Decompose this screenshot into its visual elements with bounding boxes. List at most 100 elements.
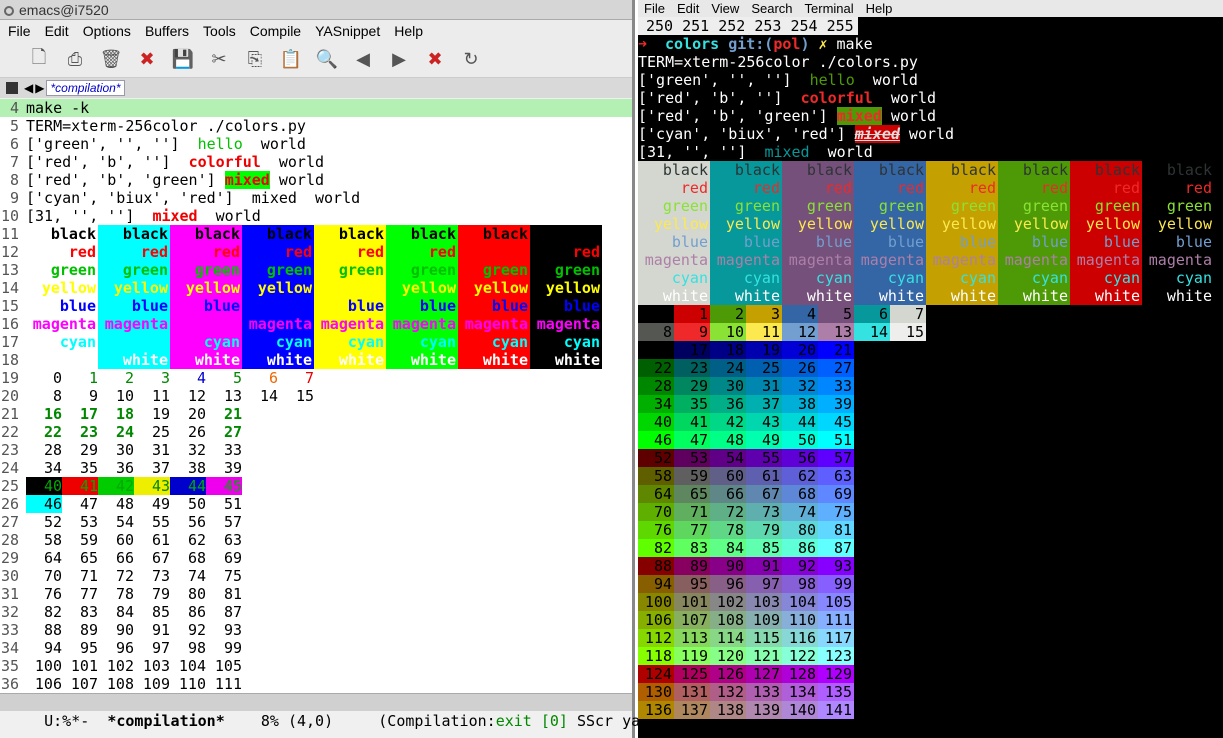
- color-cell: black: [386, 225, 458, 243]
- palette-cell: 84: [710, 539, 746, 557]
- modeline-position: 8% (4,0): [224, 712, 379, 730]
- terminal-output[interactable]: 250 251 252 253 254 255 ➜ colors git:(pol) ✗…: [638, 17, 1223, 738]
- back-arrow-icon[interactable]: ◀: [352, 49, 374, 71]
- palette-cell: 65: [674, 485, 710, 503]
- palette-index: 55: [151, 513, 170, 531]
- palette-cell: 112: [638, 629, 674, 647]
- palette-cell: 29: [674, 377, 710, 395]
- menu-yasnippet[interactable]: YASnippet: [315, 23, 380, 39]
- palette-index: 45: [206, 477, 242, 495]
- cancel-icon[interactable]: ✖: [424, 49, 446, 71]
- prompt-close: ): [800, 35, 810, 53]
- color-cell: blue: [1142, 233, 1214, 251]
- cut-icon[interactable]: ✂: [208, 49, 230, 71]
- new-file-icon[interactable]: 🗋: [28, 47, 50, 71]
- line-number: 19: [0, 369, 19, 387]
- search-icon[interactable]: 🔍: [316, 49, 338, 71]
- palette-index: 86: [187, 603, 206, 621]
- term-menu-help[interactable]: Help: [866, 1, 893, 16]
- palette-cell: 10: [710, 323, 746, 341]
- close-icon[interactable]: ✖: [136, 49, 158, 71]
- emacs-app-icon: [4, 6, 14, 16]
- palette-cell: 85: [746, 539, 782, 557]
- sample-word: mixed: [854, 125, 900, 143]
- color-cell: red: [1070, 179, 1142, 197]
- save-icon[interactable]: 💾: [172, 49, 194, 71]
- copy-icon[interactable]: ⎘: [244, 49, 266, 71]
- terminal-line: white white white white white white white white: [638, 287, 1223, 305]
- color-cell: cyan: [26, 333, 98, 351]
- color-cell: white: [1142, 287, 1214, 305]
- line-number: 33: [0, 621, 19, 639]
- forward-arrow-icon[interactable]: ▶: [388, 49, 410, 71]
- color-cell: yellow: [1142, 215, 1214, 233]
- color-cell: white: [782, 287, 854, 305]
- buffer-line: 9 ['cyan', 'biux', 'red'] mixed world: [0, 189, 632, 207]
- palette-cell: 37: [746, 395, 782, 413]
- color-cell: yellow: [710, 215, 782, 233]
- terminal-line: red red red red red red red red: [638, 179, 1223, 197]
- menu-help[interactable]: Help: [394, 23, 423, 39]
- terminal-line: 136 137 138 139 140 141: [638, 701, 1223, 719]
- palette-cell: 35: [674, 395, 710, 413]
- menu-tools[interactable]: Tools: [203, 23, 236, 39]
- reload-icon[interactable]: ↻: [460, 49, 482, 71]
- palette-cell: 140: [782, 701, 818, 719]
- tab-menu-icon[interactable]: [6, 82, 18, 94]
- buffer-line: 6 ['green', '', ''] hello world: [0, 135, 632, 153]
- term-menu-terminal[interactable]: Terminal: [805, 1, 854, 16]
- palette-cell: 70: [638, 503, 674, 521]
- menu-compile[interactable]: Compile: [250, 23, 301, 39]
- print-icon[interactable]: ⎙: [64, 49, 86, 71]
- emacs-tab-bar: ◀ ▶ *compilation*: [0, 78, 632, 98]
- color-cell: black: [1070, 161, 1142, 179]
- color-cell: cyan: [1070, 269, 1142, 287]
- color-cell: blue: [314, 297, 386, 315]
- term-menu-file[interactable]: File: [644, 1, 665, 16]
- term-menu-search[interactable]: Search: [751, 1, 792, 16]
- tab-next-icon[interactable]: ▶: [35, 81, 44, 95]
- palette-index: 58: [43, 531, 62, 549]
- color-cell: cyan: [98, 333, 170, 351]
- palette-cell: 22: [638, 359, 674, 377]
- paste-icon[interactable]: 📋: [280, 49, 302, 71]
- palette-index: 21: [223, 405, 242, 423]
- color-cell: green: [782, 197, 854, 215]
- term-menu-edit[interactable]: Edit: [677, 1, 699, 16]
- trash-icon[interactable]: 🗑: [100, 49, 123, 71]
- palette-index: 87: [223, 603, 242, 621]
- term-menu-view[interactable]: View: [711, 1, 739, 16]
- buffer-line: 30 70 71 72 73 74 75: [0, 567, 632, 585]
- compilation-buffer[interactable]: 4 make -k 5 TERM=xterm-256color ./colors.py…: [0, 99, 632, 693]
- palette-cell: 34: [638, 395, 674, 413]
- terminal-line: TERM=xterm-256color ./colors.py: [638, 53, 1223, 71]
- color-cell: red: [530, 243, 602, 261]
- palette-index: 9: [88, 387, 98, 405]
- palette-index: 7: [304, 369, 314, 387]
- palette-index: 73: [151, 567, 170, 585]
- palette-cell: 130: [638, 683, 674, 701]
- palette-index: 24: [115, 423, 134, 441]
- sample-world: world: [269, 171, 325, 189]
- menu-edit[interactable]: Edit: [45, 23, 69, 39]
- buffer-line: 23 28 29 30 31 32 33: [0, 441, 632, 459]
- palette-index: 85: [151, 603, 170, 621]
- palette-cell: 31: [746, 377, 782, 395]
- palette-cell: 45: [818, 413, 854, 431]
- palette-cell: 0: [638, 305, 674, 323]
- color-cell: black: [926, 161, 998, 179]
- color-cell: yellow: [926, 215, 998, 233]
- menu-buffers[interactable]: Buffers: [145, 23, 189, 39]
- menu-options[interactable]: Options: [83, 23, 131, 39]
- tab-prev-icon[interactable]: ◀: [24, 81, 33, 95]
- palette-index: 14: [259, 387, 278, 405]
- terminal-line: magenta magenta magenta magenta magenta magen…: [638, 251, 1223, 269]
- buffer-line: 26 46 47 48 49 50 51: [0, 495, 632, 513]
- palette-index: 105: [214, 657, 242, 675]
- terminal-window: File Edit View Search Terminal Help 250 251 2…: [638, 0, 1223, 738]
- line-number: 23: [0, 441, 19, 459]
- line-number: 24: [0, 459, 19, 477]
- prompt-dirty: ✗: [818, 35, 828, 53]
- menu-file[interactable]: File: [8, 23, 31, 39]
- tab-compilation[interactable]: *compilation*: [46, 80, 125, 96]
